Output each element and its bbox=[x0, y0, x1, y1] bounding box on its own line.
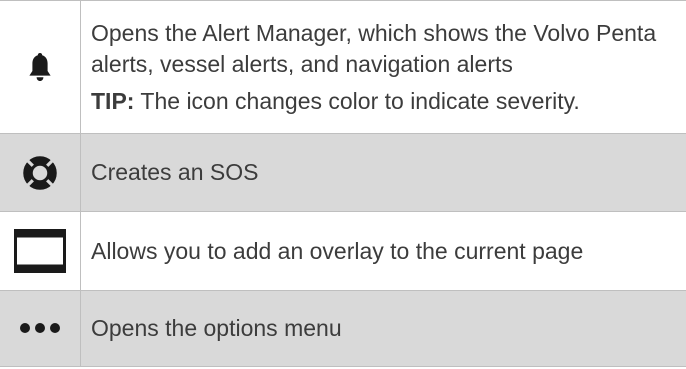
table-row-sos: Creates an SOS bbox=[0, 133, 686, 212]
icon-cell bbox=[0, 133, 81, 212]
description-text: Opens the Alert Manager, which shows the… bbox=[91, 19, 657, 77]
description-cell: Opens the Alert Manager, which shows the… bbox=[80, 0, 686, 134]
description-cell: Opens the options menu bbox=[80, 290, 686, 367]
description-cell: Allows you to add an overlay to the curr… bbox=[80, 211, 686, 291]
icon-cell bbox=[0, 0, 81, 134]
icon-cell bbox=[0, 290, 81, 367]
lifebuoy-icon bbox=[22, 155, 58, 190]
description-text: Allows you to add an overlay to the curr… bbox=[91, 237, 584, 264]
tip-label: TIP: bbox=[91, 87, 135, 114]
more-options-icon bbox=[19, 320, 61, 337]
description-cell: Creates an SOS bbox=[80, 133, 686, 212]
table-row-overlay: Allows you to add an overlay to the curr… bbox=[0, 211, 686, 291]
icon-cell bbox=[0, 211, 81, 291]
table-row-options: Opens the options menu bbox=[0, 290, 686, 367]
overlay-icon bbox=[14, 229, 66, 273]
description-text: Opens the options menu bbox=[91, 315, 342, 341]
tip-note: TIP: The icon changes color to indicate … bbox=[91, 86, 676, 117]
tip-text: The icon changes color to indicate sever… bbox=[134, 87, 580, 114]
table-row-alert-manager: Opens the Alert Manager, which shows the… bbox=[0, 0, 686, 134]
icon-description-table: Opens the Alert Manager, which shows the… bbox=[0, 0, 686, 367]
description-text: Creates an SOS bbox=[91, 159, 259, 185]
bell-icon bbox=[28, 53, 52, 81]
